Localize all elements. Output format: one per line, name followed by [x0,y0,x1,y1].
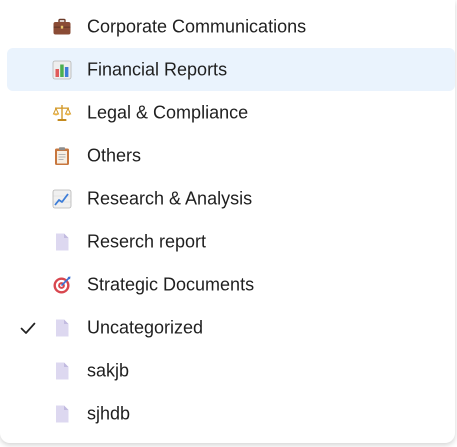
menu-item-financial-reports[interactable]: Financial Reports [7,48,455,91]
menu-item-label: Legal & Compliance [87,102,249,122]
document-icon [52,361,72,381]
menu-item-reserch-report[interactable]: Reserch report [7,220,455,263]
menu-item-research-analysis[interactable]: Research & Analysis [7,177,455,220]
bar-chart-icon [52,60,72,80]
menu-item-label: Uncategorized [87,317,204,337]
menu-item-sakjb[interactable]: sakjb [7,349,455,392]
menu-item-label: Reserch report [87,231,207,251]
menu-item-label: Financial Reports [87,59,228,79]
menu-item-label: Others [87,145,142,165]
menu-item-label: Strategic Documents [87,274,255,294]
clipboard-icon [52,146,72,166]
menu-item-label: sjhdb [87,403,131,423]
menu-item-strategic-documents[interactable]: Strategic Documents [7,263,455,306]
menu-item-label: sakjb [87,360,130,380]
menu-item-legal-compliance[interactable]: Legal & Compliance [7,91,455,134]
document-icon [52,404,72,424]
document-icon [52,232,72,252]
menu-item-label: Research & Analysis [87,188,253,208]
target-icon [52,275,72,295]
checkmark-icon [19,319,37,337]
menu-item-corporate-communications[interactable]: Corporate Communications [7,5,455,48]
menu-item-others[interactable]: Others [7,134,455,177]
line-chart-icon [52,189,72,209]
menu-item-sjhdb[interactable]: sjhdb [7,392,455,435]
menu-item-uncategorized[interactable]: Uncategorized [7,306,455,349]
category-dropdown-menu: Corporate Communications Financial Repor… [0,0,455,443]
briefcase-icon [52,17,72,37]
scales-icon [52,103,72,123]
document-icon [52,318,72,338]
menu-item-label: Corporate Communications [87,16,307,36]
